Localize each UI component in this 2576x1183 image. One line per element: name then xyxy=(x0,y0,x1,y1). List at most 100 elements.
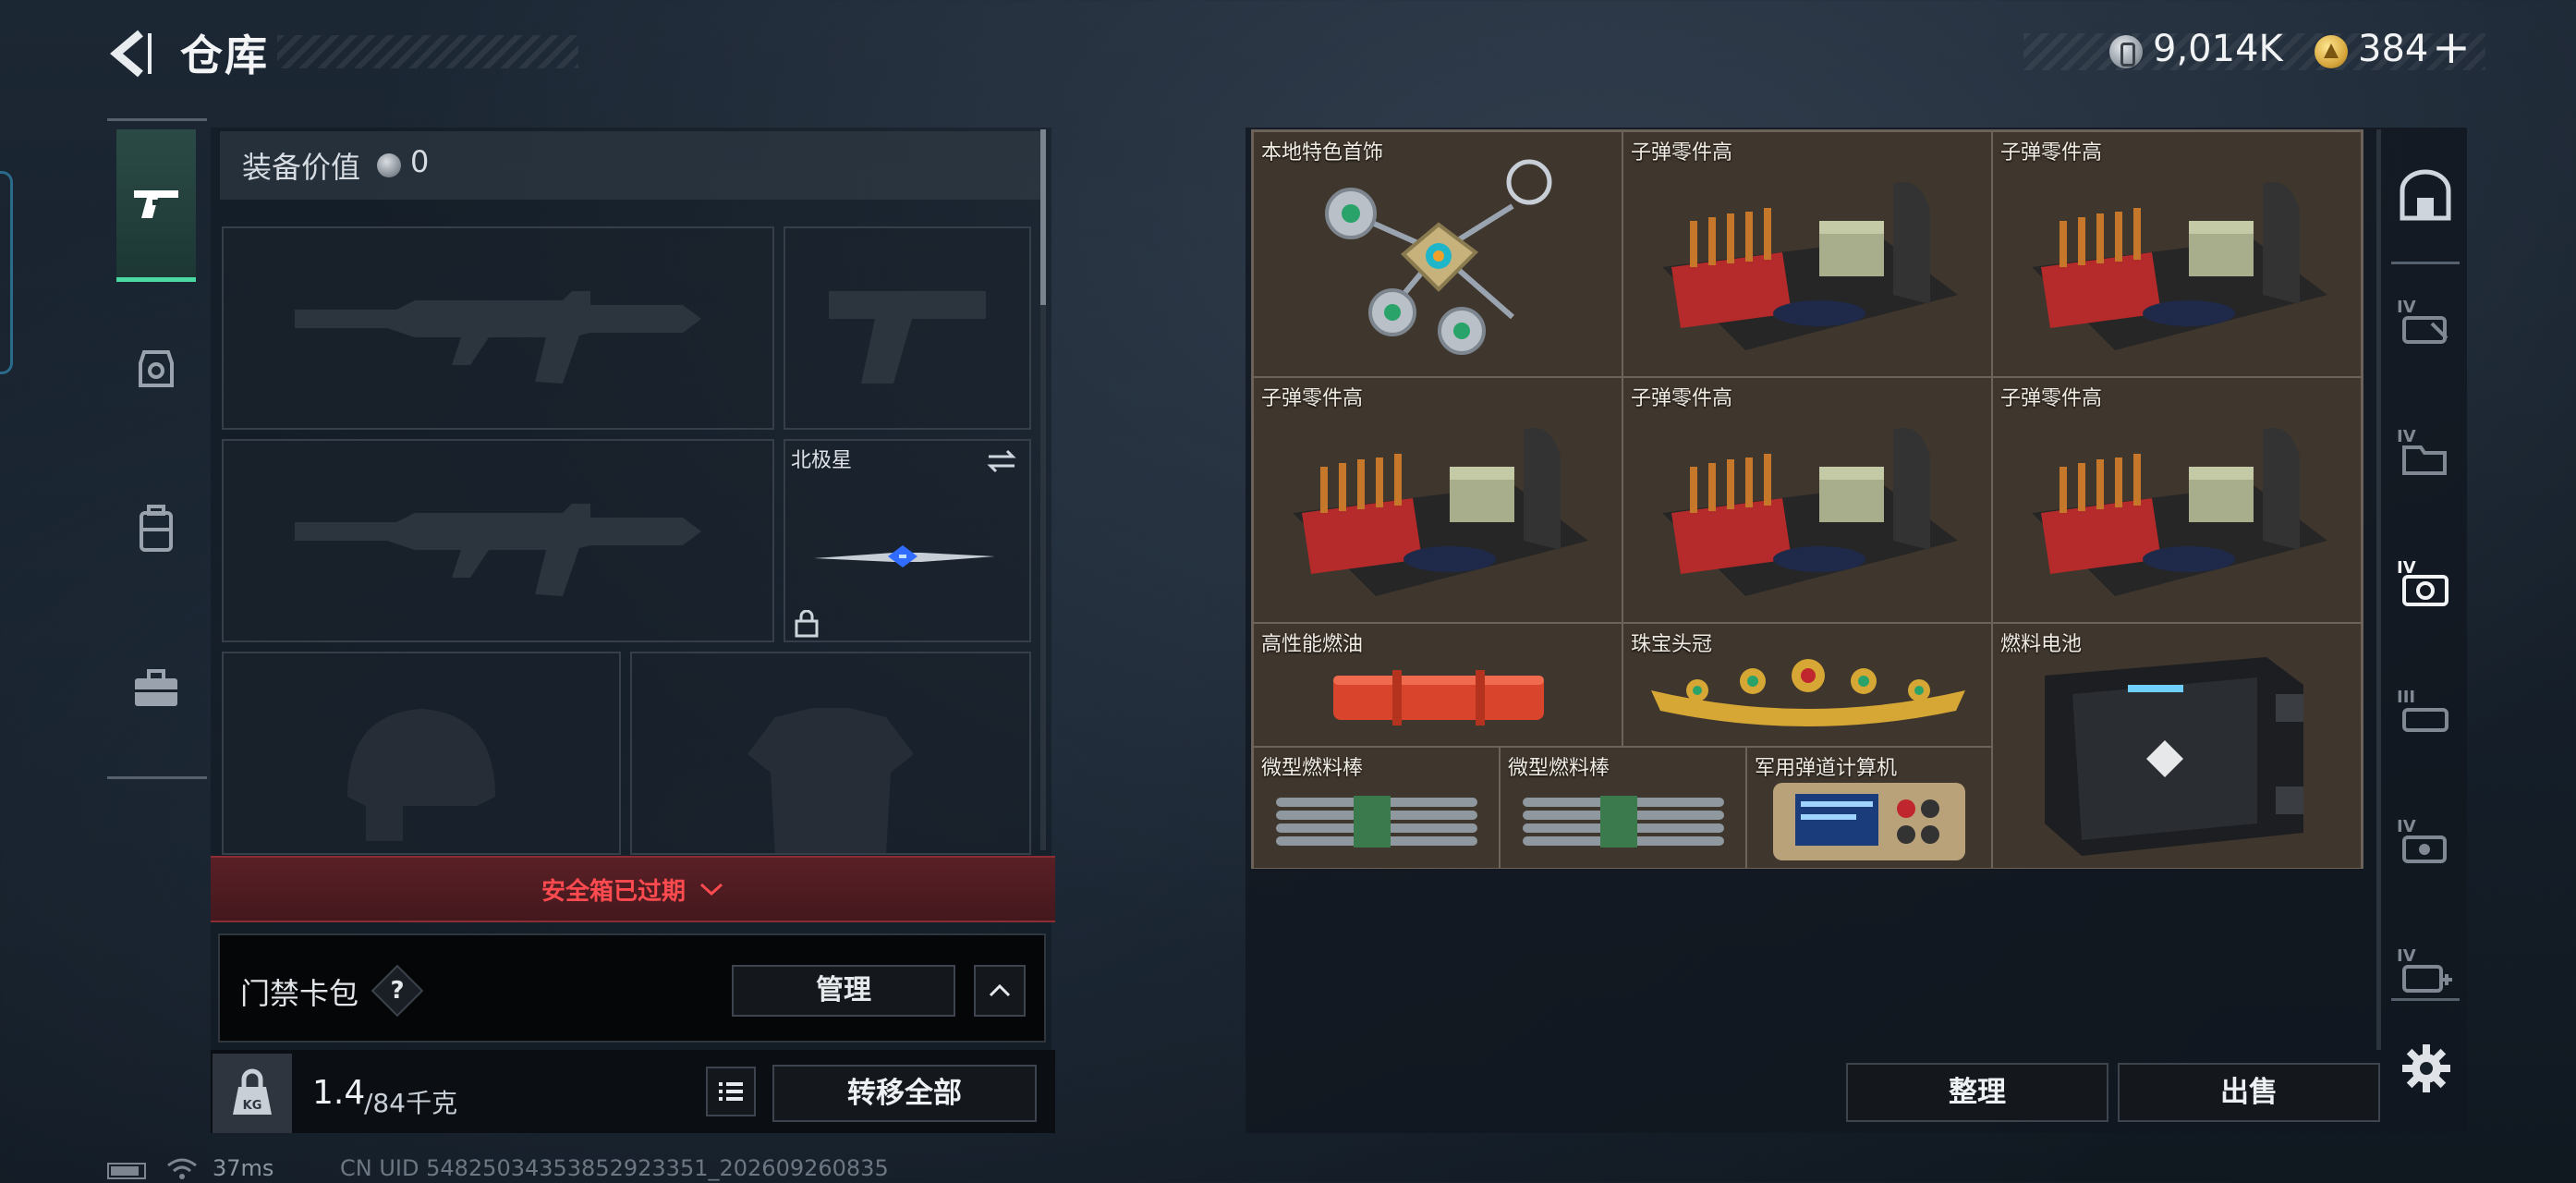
storage-item[interactable]: 军用弹道计算机 xyxy=(1746,747,1992,869)
item-name: 高性能燃油 xyxy=(1261,633,1364,656)
swap-icon[interactable] xyxy=(985,447,1018,475)
fuel-rods-icon xyxy=(1523,796,1724,848)
lock-icon xyxy=(795,609,819,638)
gear-icon[interactable] xyxy=(2400,1043,2452,1094)
svg-text:IV: IV xyxy=(2397,558,2416,578)
storage-item[interactable]: 子弹零件高 xyxy=(1992,377,2362,623)
jeweled-crown-icon xyxy=(1651,659,1965,726)
item-name: 珠宝头冠 xyxy=(1631,633,1713,656)
storage-item[interactable]: 本地特色首饰 xyxy=(1253,131,1622,377)
side-drawer-handle[interactable] xyxy=(0,171,13,374)
category-tier-3[interactable]: III xyxy=(2395,682,2456,743)
item-name: 子弹零件高 xyxy=(1631,141,1733,165)
help-icon[interactable]: ? xyxy=(379,972,416,1009)
equipment-value-label: 装备价值 xyxy=(242,150,361,185)
svg-text:KG: KG xyxy=(243,1099,262,1113)
item-name: 子弹零件高 xyxy=(1261,387,1364,410)
tab-case[interactable] xyxy=(116,642,196,735)
ammo-parts-crate-icon xyxy=(1662,428,1958,596)
melee-item-name: 北极星 xyxy=(791,449,853,472)
ammo-parts-crate-icon xyxy=(2032,182,2327,350)
transfer-all-button[interactable]: 转移全部 xyxy=(772,1065,1037,1122)
premium-currency-icon xyxy=(2315,35,2348,68)
add-currency-button[interactable]: + xyxy=(2432,20,2471,74)
category-tier-4-docs[interactable]: IV xyxy=(2395,421,2456,482)
page-title: 仓库 xyxy=(180,30,269,80)
storage-item[interactable]: 子弹零件高 xyxy=(1622,131,1992,377)
storage-item[interactable]: 珠宝头冠 xyxy=(1622,623,1992,747)
item-name: 子弹零件高 xyxy=(1631,387,1733,410)
kettlebell-icon: KG xyxy=(233,1068,272,1115)
tier-folder-icon: IV xyxy=(2397,427,2447,475)
safebox-status: 安全箱已过期 xyxy=(541,877,686,906)
secondary-weapon-slot[interactable] xyxy=(222,439,774,642)
current-weight: 1.4 xyxy=(312,1074,366,1112)
safe-vault-icon xyxy=(2400,169,2451,221)
premium-balance: 384 xyxy=(2358,28,2429,70)
storage-item[interactable]: 子弹零件高 xyxy=(1253,377,1622,623)
item-name: 本地特色首饰 xyxy=(1261,141,1384,165)
tab-weapons[interactable] xyxy=(116,129,196,282)
category-tier-4-equipment[interactable]: IV xyxy=(2395,553,2456,614)
item-name: 微型燃料棒 xyxy=(1261,757,1364,780)
category-tier-4-medical[interactable]: IV xyxy=(2395,941,2456,1002)
storage-item[interactable]: 燃料电池 xyxy=(1992,623,2362,869)
list-view-button[interactable] xyxy=(706,1067,756,1116)
storage-item[interactable]: 高性能燃油 xyxy=(1253,623,1622,747)
storage-item[interactable]: 子弹零件高 xyxy=(1992,131,2362,377)
rail-divider xyxy=(2391,262,2460,264)
back-button[interactable] xyxy=(103,26,159,81)
rifle-silhouette-icon xyxy=(295,504,701,596)
collapse-button[interactable] xyxy=(974,965,1026,1017)
jewelry-pendant-icon xyxy=(1325,159,1552,355)
ballistic-computer-icon xyxy=(1773,783,1965,860)
helmet-silhouette-icon xyxy=(347,708,495,841)
armor-silhouette-icon xyxy=(747,707,914,853)
storage-item[interactable]: 微型燃料棒 xyxy=(1253,747,1500,869)
armor-slot[interactable] xyxy=(630,652,1031,855)
tier-valuables-icon: IV xyxy=(2397,817,2447,863)
safebox-expired-banner[interactable]: 安全箱已过期 xyxy=(211,856,1055,922)
item-name: 子弹零件高 xyxy=(2000,387,2103,410)
fuel-rods-icon xyxy=(1276,796,1477,848)
tab-backpack[interactable] xyxy=(116,482,196,575)
chevron-down-icon xyxy=(699,883,723,896)
backpack-icon xyxy=(140,505,173,552)
pistol-silhouette-icon xyxy=(829,291,986,384)
rig-icon xyxy=(139,350,174,387)
tab-rig[interactable] xyxy=(116,322,196,414)
wifi-icon xyxy=(166,1157,198,1181)
svg-text:IV: IV xyxy=(2397,427,2416,446)
primary-weapon-slot[interactable] xyxy=(222,226,774,430)
chevron-up-icon xyxy=(989,983,1011,997)
coin-icon xyxy=(2109,35,2143,68)
briefcase-icon xyxy=(135,669,177,706)
back-arrow-icon xyxy=(110,30,152,78)
storage-item[interactable]: 微型燃料棒 xyxy=(1500,747,1746,869)
ping-readout: 37ms xyxy=(213,1155,274,1181)
tier-gear-icon: III xyxy=(2397,688,2448,732)
keycard-wallet-label: 门禁卡包 xyxy=(240,976,359,1011)
category-tier-4-valuables[interactable]: IV xyxy=(2395,811,2456,872)
manage-button[interactable]: 管理 xyxy=(732,965,955,1017)
battery-level xyxy=(111,1166,139,1176)
sidearm-slot[interactable] xyxy=(784,226,1031,430)
loadout-scroll-thumb[interactable] xyxy=(1040,129,1046,305)
svg-text:IV: IV xyxy=(2397,817,2416,836)
ammo-parts-crate-icon xyxy=(1293,428,1588,596)
fuel-cell-icon xyxy=(2045,657,2303,856)
fuel-canister-icon xyxy=(1333,670,1544,726)
rail-divider xyxy=(2391,998,2460,1001)
coin-balance: 9,014K xyxy=(2153,28,2283,70)
category-tier-4-weapons[interactable]: IV xyxy=(2395,292,2456,353)
organize-button[interactable]: 整理 xyxy=(1846,1063,2108,1122)
storage-item[interactable]: 子弹零件高 xyxy=(1622,377,1992,623)
storage-scrollbar[interactable] xyxy=(2376,129,2381,1050)
helmet-slot[interactable] xyxy=(222,652,621,855)
knife-icon xyxy=(814,545,995,568)
item-name: 军用弹道计算机 xyxy=(1755,757,1898,780)
sell-button[interactable]: 出售 xyxy=(2118,1063,2380,1122)
rifle-silhouette-icon xyxy=(295,291,701,384)
tier-weapon-icon: IV xyxy=(2397,298,2448,344)
category-all[interactable] xyxy=(2395,166,2456,227)
